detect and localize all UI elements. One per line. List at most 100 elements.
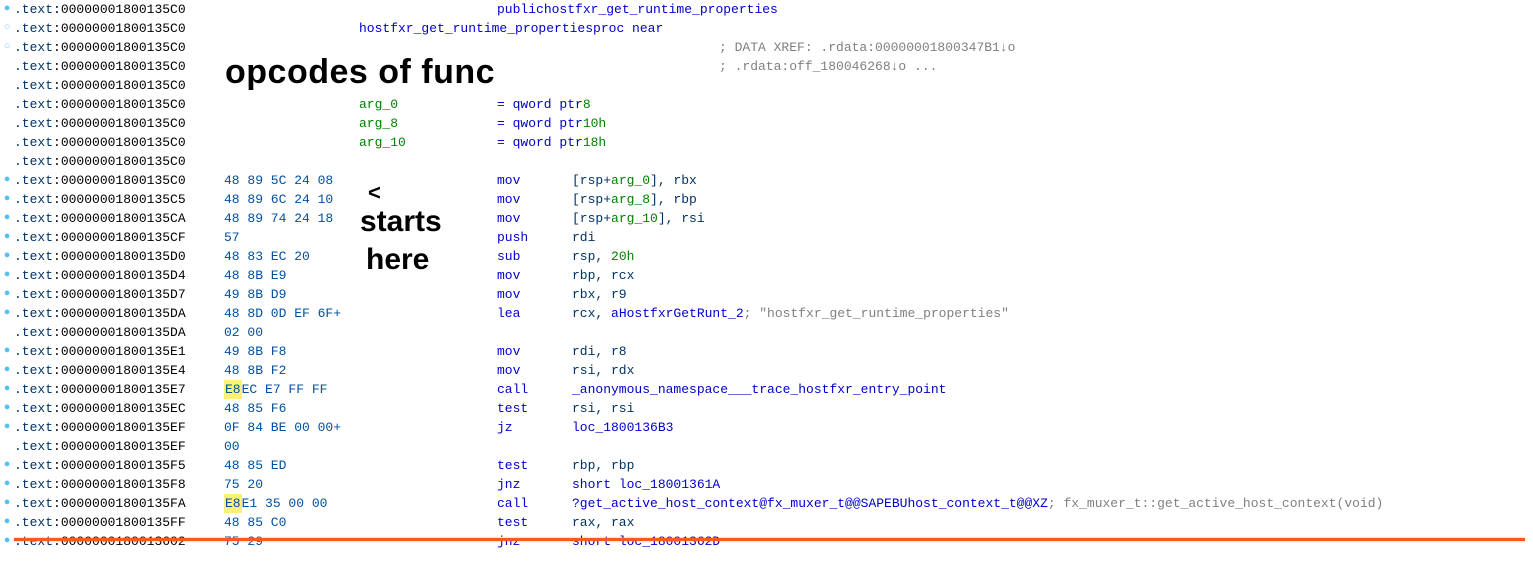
asm-line[interactable]: ●.text:00000001800135D7 49 8B D9movrbx, … (0, 285, 1533, 304)
segment-address: .text:00000001800135CF (14, 228, 224, 247)
operands: [rsp+arg_0], rbx (572, 171, 697, 190)
segment-address: .text:00000001800135FF (14, 513, 224, 532)
annotation-here: here (366, 250, 429, 269)
asm-line[interactable]: ●.text:00000001800135D0 48 83 EC 20subrs… (0, 247, 1533, 266)
asm-line[interactable]: ●.text:00000001800135C0 public hostfxr_g… (0, 0, 1533, 19)
breakpoint-dot[interactable]: ○ (0, 19, 14, 38)
asm-line[interactable]: ●.text:00000001800135C5 48 89 6C 24 10mo… (0, 190, 1533, 209)
segment-address: .text:00000001800135C0 (14, 57, 224, 76)
segment-address: .text:00000001800135E1 (14, 342, 224, 361)
asm-line[interactable]: ●.text:00000001800135E4 48 8B F2movrsi, … (0, 361, 1533, 380)
breakpoint-dot[interactable]: ● (0, 285, 14, 304)
opcode-bytes: 57 (224, 228, 359, 247)
mnemonic: jnz (497, 475, 572, 494)
breakpoint-dot[interactable]: ● (0, 171, 14, 190)
breakpoint-dot[interactable]: ● (0, 190, 14, 209)
opcode-bytes: 49 8B F8 (224, 342, 359, 361)
asm-line[interactable]: ●.text:00000001800135EF 0F 84 BE 00 00+j… (0, 418, 1533, 437)
segment-address: .text:00000001800135D4 (14, 266, 224, 285)
asm-line[interactable]: ●.text:00000001800135E1 49 8B F8movrdi, … (0, 342, 1533, 361)
opcode-bytes: 0F 84 BE 00 00+ (224, 418, 359, 437)
segment-address: .text:00000001800135EC (14, 399, 224, 418)
operands: ?get_active_host_context@fx_muxer_t@@SAP… (572, 494, 1048, 513)
operands: [rsp+arg_10], rsi (572, 209, 705, 228)
asm-line[interactable]: .text:00000001800135C0 arg_0= qword ptr … (0, 95, 1533, 114)
breakpoint-dot[interactable]: ● (0, 456, 14, 475)
asm-line[interactable]: ●.text:00000001800135FA E8 E1 35 00 00 ca… (0, 494, 1533, 513)
asm-line[interactable]: .text:00000001800135C0 arg_10= qword ptr… (0, 133, 1533, 152)
operands: rbp, rcx (572, 266, 634, 285)
segment-address: .text:00000001800135D0 (14, 247, 224, 266)
asm-line[interactable]: ●.text:00000001800135DA 48 8D 0D EF 6F+l… (0, 304, 1533, 323)
breakpoint-dot[interactable]: ● (0, 228, 14, 247)
segment-address: .text:00000001800135C0 (14, 114, 224, 133)
segment-address: .text:00000001800135C0 (14, 171, 224, 190)
mnemonic: mov (497, 361, 572, 380)
breakpoint-dot[interactable]: ● (0, 0, 14, 19)
asm-line[interactable]: ●.text:00000001800135CF 57 pushrdi (0, 228, 1533, 247)
mnemonic: push (497, 228, 572, 247)
asm-line[interactable]: ●.text:00000001800135FF 48 85 C0testrax,… (0, 513, 1533, 532)
breakpoint-dot[interactable]: ● (0, 513, 14, 532)
operands: rbx, r9 (572, 285, 627, 304)
operands: rax, rax (572, 513, 634, 532)
operands: rsp, 20h (572, 247, 634, 266)
asm-line[interactable]: ●.text:00000001800135C0 48 89 5C 24 08mo… (0, 171, 1533, 190)
xref-comment: ; DATA XREF: .rdata:00000001800347B1↓o (719, 38, 1015, 57)
operands: rsi, rsi (572, 399, 634, 418)
xref-comment: ; .rdata:off_180046268↓o ... (719, 57, 937, 76)
opcode-bytes (224, 19, 359, 38)
opcode-bytes: E8 EC E7 FF FF (224, 380, 359, 399)
operands: rbp, rbp (572, 456, 634, 475)
asm-line[interactable]: ●.text:00000001800135F8 75 20jnzshort lo… (0, 475, 1533, 494)
breakpoint-dot[interactable]: ○ (0, 38, 14, 57)
breakpoint-dot[interactable]: ● (0, 399, 14, 418)
operands: rdi (572, 228, 595, 247)
opcode-bytes: 48 89 6C 24 10 (224, 190, 359, 209)
opcode-bytes: 48 85 F6 (224, 399, 359, 418)
segment-address: .text:00000001800135C0 (14, 152, 224, 171)
opcode-bytes (224, 0, 359, 19)
breakpoint-dot[interactable]: ● (0, 209, 14, 228)
breakpoint-dot[interactable]: ● (0, 247, 14, 266)
asm-line[interactable]: .text:00000001800135C0 arg_8= qword ptr … (0, 114, 1533, 133)
breakpoint-dot[interactable]: ● (0, 418, 14, 437)
operands: loc_1800136B3 (572, 418, 673, 437)
operands: rsi, rdx (572, 361, 634, 380)
breakpoint-dot[interactable]: ● (0, 380, 14, 399)
breakpoint-dot[interactable]: ● (0, 342, 14, 361)
opcode-bytes: 49 8B D9 (224, 285, 359, 304)
opcode-bytes: 02 00 (224, 323, 359, 342)
asm-line[interactable]: ●.text:00000001800135F5 48 85 EDtestrbp,… (0, 456, 1533, 475)
breakpoint-dot[interactable]: ● (0, 532, 14, 551)
segment-address: .text:00000001800135F8 (14, 475, 224, 494)
segment-address: .text:00000001800135DA (14, 323, 224, 342)
opcode-bytes: 48 8D 0D EF 6F+ (224, 304, 359, 323)
asm-line[interactable]: .text:00000001800135C0 (0, 152, 1533, 171)
opcode-bytes: 75 29 (224, 532, 359, 551)
segment-address: .text:00000001800135CA (14, 209, 224, 228)
asm-line[interactable]: ●.text:00000001800135D4 48 8B E9movrbp, … (0, 266, 1533, 285)
mnemonic: test (497, 399, 572, 418)
asm-line[interactable]: ○.text:00000001800135C0 hostfxr_get_runt… (0, 19, 1533, 38)
asm-line[interactable]: ●.text:0000000180013602 75 29jnzshort lo… (0, 532, 1533, 551)
segment-address: .text:00000001800135C0 (14, 38, 224, 57)
breakpoint-dot[interactable]: ● (0, 475, 14, 494)
breakpoint-dot[interactable]: ● (0, 266, 14, 285)
highlight-line (14, 538, 1525, 541)
mnemonic: mov (497, 342, 572, 361)
operands: [rsp+arg_8], rbp (572, 190, 697, 209)
asm-line[interactable]: .text:00000001800135DA 02 00 (0, 323, 1533, 342)
asm-line[interactable]: ●.text:00000001800135CA 48 89 74 24 18mo… (0, 209, 1533, 228)
segment-address: .text:00000001800135C0 (14, 76, 224, 95)
asm-line[interactable]: ●.text:00000001800135E7 E8 EC E7 FF FFca… (0, 380, 1533, 399)
breakpoint-dot[interactable]: ● (0, 361, 14, 380)
opcode-bytes: E8 E1 35 00 00 (224, 494, 359, 513)
asm-line[interactable]: .text:00000001800135EF 00 (0, 437, 1533, 456)
operands: short loc_18001362D (572, 532, 720, 551)
segment-address: .text:00000001800135FA (14, 494, 224, 513)
mnemonic: call (497, 494, 572, 513)
breakpoint-dot[interactable]: ● (0, 494, 14, 513)
asm-line[interactable]: ●.text:00000001800135EC 48 85 F6 testrsi,… (0, 399, 1533, 418)
breakpoint-dot[interactable]: ● (0, 304, 14, 323)
